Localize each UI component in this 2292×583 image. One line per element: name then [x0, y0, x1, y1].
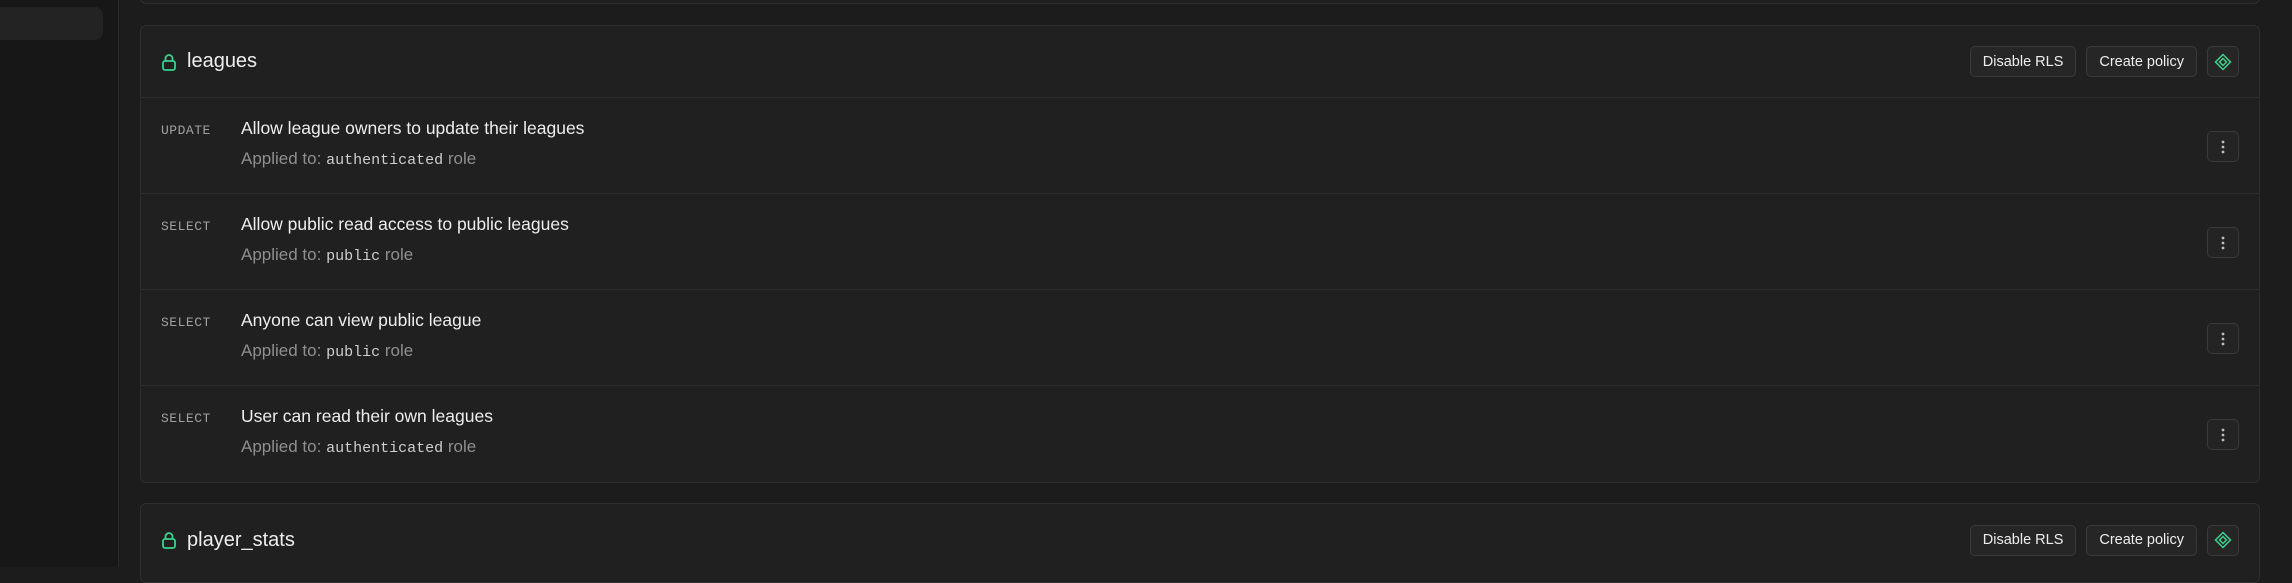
more-vertical-icon: [2221, 428, 2225, 441]
policy-actions-button[interactable]: [2207, 419, 2239, 450]
policy-role: authenticated: [326, 152, 444, 169]
table-header: player_stats Disable RLS Create policy: [141, 504, 2259, 576]
main-content: leagues Disable RLS Create policy UPDATE…: [120, 0, 2292, 583]
policy-row[interactable]: SELECT Allow public read access to publi…: [141, 194, 2259, 290]
table-card-player-stats: player_stats Disable RLS Create policy: [140, 503, 2260, 583]
policy-applied-to: Applied to: public role: [241, 245, 413, 265]
policy-command: UPDATE: [161, 123, 211, 138]
policy-role: public: [326, 248, 381, 265]
role-suffix: role: [447, 437, 477, 456]
policy-actions-button[interactable]: [2207, 323, 2239, 354]
diamond-icon: [2214, 531, 2232, 549]
more-vertical-icon: [2221, 332, 2225, 345]
policy-actions-button[interactable]: [2207, 227, 2239, 258]
applied-prefix: Applied to:: [241, 341, 322, 360]
role-suffix: role: [447, 149, 477, 168]
policy-actions-button[interactable]: [2207, 131, 2239, 162]
more-vertical-icon: [2221, 236, 2225, 249]
policy-row[interactable]: SELECT Anyone can view public league App…: [141, 290, 2259, 386]
disable-rls-button[interactable]: Disable RLS: [1969, 524, 2077, 556]
diamond-icon: [2214, 52, 2232, 71]
policy-name: Allow public read access to public leagu…: [241, 214, 569, 234]
table-card-leagues: leagues Disable RLS Create policy UPDATE…: [140, 25, 2260, 483]
table-name: leagues: [187, 50, 258, 72]
lock-icon: [161, 53, 177, 71]
applied-prefix: Applied to:: [241, 149, 322, 168]
policy-name: Anyone can view public league: [241, 310, 482, 330]
sidebar: [0, 0, 119, 567]
policy-command: SELECT: [161, 219, 211, 234]
policy-command: SELECT: [161, 315, 211, 330]
policy-name: User can read their own leagues: [241, 406, 493, 426]
policy-name: Allow league owners to update their leag…: [241, 118, 585, 138]
policy-row[interactable]: SELECT User can read their own leagues A…: [141, 386, 2259, 482]
policy-role: public: [326, 344, 381, 361]
ai-assistant-button[interactable]: [2207, 524, 2239, 556]
policy-applied-to: Applied to: authenticated role: [241, 437, 476, 457]
policy-role: authenticated: [326, 440, 444, 457]
table-name: player_stats: [187, 528, 295, 551]
ai-assistant-button[interactable]: [2207, 46, 2239, 77]
sidebar-item-active[interactable]: [0, 7, 103, 40]
policy-applied-to: Applied to: authenticated role: [241, 149, 476, 169]
policy-applied-to: Applied to: public role: [241, 341, 413, 361]
role-suffix: role: [384, 245, 414, 264]
role-suffix: role: [384, 341, 414, 360]
create-policy-button[interactable]: Create policy: [2086, 524, 2197, 556]
applied-prefix: Applied to:: [241, 245, 322, 264]
more-vertical-icon: [2221, 140, 2225, 153]
policy-command: SELECT: [161, 411, 211, 426]
policy-row[interactable]: UPDATE Allow league owners to update the…: [141, 98, 2259, 194]
table-header: leagues Disable RLS Create policy: [141, 26, 2259, 98]
disable-rls-button[interactable]: Disable RLS: [1969, 46, 2077, 77]
applied-prefix: Applied to:: [241, 437, 322, 456]
previous-table-card: [140, 0, 2260, 4]
lock-icon: [161, 531, 177, 549]
create-policy-button[interactable]: Create policy: [2086, 46, 2197, 77]
